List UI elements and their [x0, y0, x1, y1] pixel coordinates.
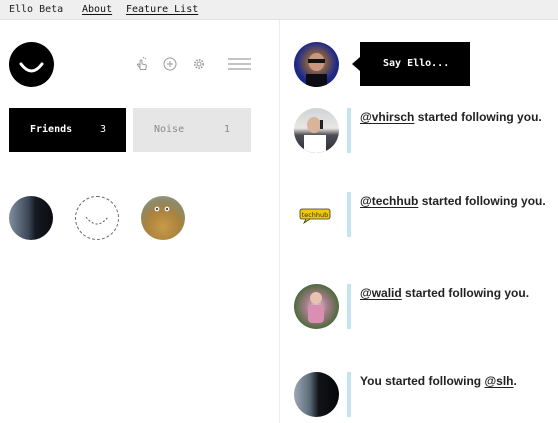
notification-bar [347, 372, 351, 417]
tab-friends-count: 3 [99, 124, 106, 135]
user-avatar-walid[interactable] [294, 284, 339, 329]
techhub-logo-icon: techhub [299, 208, 331, 225]
notification-bar [347, 284, 351, 329]
user-avatar-slh[interactable] [294, 372, 339, 417]
notification-item: @walid started following you. [347, 284, 557, 329]
notification-item: @techhub started following you. [347, 192, 557, 237]
notification-message: You started following [360, 374, 485, 388]
friend-avatar-placeholder[interactable] [75, 196, 119, 240]
profile-photo-icon [304, 117, 326, 153]
ello-smile-icon [19, 62, 44, 73]
notification-message: started following you. [414, 110, 542, 124]
gear-icon[interactable] [191, 56, 207, 72]
notification-message-suffix: . [513, 374, 517, 388]
tab-noise-label: Noise [154, 124, 185, 135]
user-handle-link[interactable]: @walid [360, 286, 402, 300]
profile-photo-icon [306, 53, 327, 87]
notification-message: started following you. [401, 286, 530, 300]
profile-photo-icon [308, 292, 324, 323]
say-ello-label: Say Ello... [383, 58, 450, 69]
user-handle-link[interactable]: @slh [484, 374, 513, 388]
user-handle-link[interactable]: @techhub [360, 194, 418, 208]
notification-text: @walid started following you. [360, 286, 529, 300]
tab-noise[interactable]: Noise 1 [133, 108, 251, 152]
hand-pointer-icon[interactable] [134, 56, 150, 72]
notification-text: @vhirsch started following you. [360, 110, 542, 124]
notification-text: @techhub started following you. [360, 194, 546, 208]
friend-avatar[interactable] [9, 196, 53, 240]
hamburger-menu-icon[interactable] [228, 57, 251, 71]
nav-link-feature-list[interactable]: Feature List [126, 4, 198, 16]
user-avatar-techhub[interactable]: techhub [294, 192, 339, 237]
notification-item: You started following @slh. [347, 372, 557, 417]
techhub-logo-text: techhub [302, 211, 329, 219]
notification-item: @vhirsch started following you. [347, 108, 557, 153]
tab-friends[interactable]: Friends 3 [9, 108, 126, 152]
brand-name: Ello Beta [9, 4, 64, 15]
notification-text: You started following @slh. [360, 374, 517, 388]
smile-placeholder-icon [85, 216, 109, 225]
top-bar: Ello Beta About Feature List [0, 0, 558, 20]
column-divider [279, 20, 280, 423]
user-avatar-vhirsch[interactable] [294, 108, 339, 153]
say-ello-button[interactable]: Say Ello... [352, 42, 470, 86]
notification-bar [347, 192, 351, 237]
tab-noise-count: 1 [223, 124, 230, 135]
notification-message: started following you. [418, 194, 546, 208]
notification-bar [347, 108, 351, 153]
ello-logo[interactable] [9, 42, 54, 87]
nav-link-about[interactable]: About [82, 4, 112, 16]
tab-friends-label: Friends [30, 124, 73, 135]
add-circle-icon[interactable] [162, 56, 178, 72]
friend-photo-icon [154, 206, 170, 212]
friend-avatar[interactable] [141, 196, 185, 240]
my-avatar[interactable] [294, 42, 339, 87]
user-handle-link[interactable]: @vhirsch [360, 110, 414, 124]
